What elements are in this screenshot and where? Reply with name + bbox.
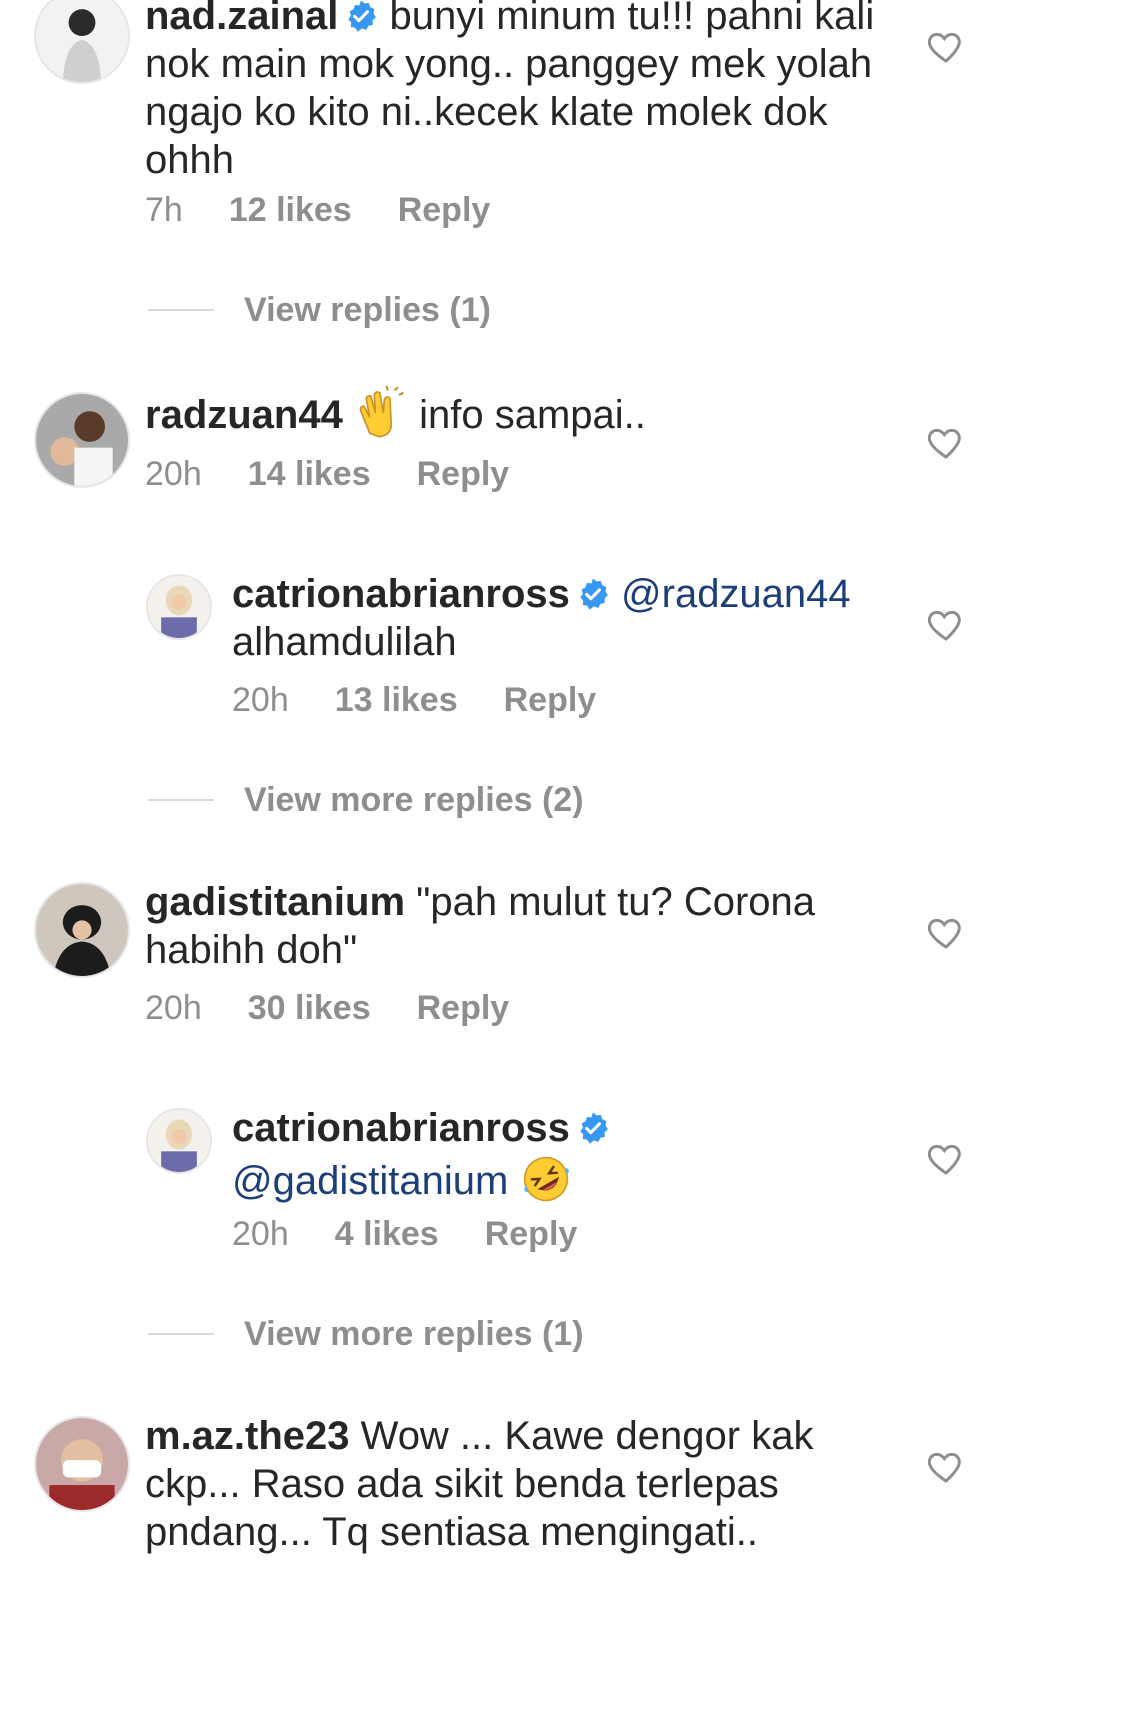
comment-time: 20h <box>145 455 202 493</box>
like-heart-icon[interactable] <box>926 1138 966 1178</box>
view-more-replies-button[interactable]: View more replies (1) <box>148 1312 608 1356</box>
avatar-m-az-the23[interactable] <box>34 1416 130 1512</box>
mention-link[interactable]: @radzuan44 <box>621 572 851 616</box>
like-heart-icon[interactable] <box>926 912 966 952</box>
avatar-catrionabrianross[interactable] <box>146 1108 212 1174</box>
like-heart-icon[interactable] <box>926 604 966 644</box>
comment-meta: 20h 30 likes Reply <box>145 986 509 1030</box>
avatar-radzuan44[interactable] <box>34 392 130 488</box>
reply-likes[interactable]: 13 likes <box>335 678 458 722</box>
comment-username[interactable]: nad.zainal <box>145 0 338 38</box>
reply-button[interactable]: Reply <box>485 1212 578 1256</box>
comment-likes[interactable]: 14 likes <box>248 452 371 496</box>
comment-time: 20h <box>145 989 202 1027</box>
like-heart-icon[interactable] <box>926 1446 966 1486</box>
mention-link[interactable]: @gadistitanium <box>232 1159 508 1203</box>
reply-body: catrionabrianross @radzuan44 alhamdulila… <box>232 570 892 666</box>
comment-username[interactable]: radzuan44 <box>145 393 343 437</box>
rolling-on-floor-laughing-icon <box>519 1152 573 1206</box>
reply-button[interactable]: Reply <box>417 986 510 1030</box>
comment-likes[interactable]: 12 likes <box>229 188 352 232</box>
like-heart-icon[interactable] <box>926 26 966 66</box>
reply-text: alhamdulilah <box>232 620 457 664</box>
comment-body: radzuan44 info sampai.. <box>145 385 885 440</box>
reply-time: 20h <box>232 1215 289 1253</box>
avatar-gadistitanium[interactable] <box>34 882 130 978</box>
comment-likes[interactable]: 30 likes <box>248 986 371 1030</box>
reply-button[interactable]: Reply <box>398 188 491 232</box>
reply-button[interactable]: Reply <box>504 678 597 722</box>
comment-body: gadistitanium "pah mulut tu? Corona habi… <box>145 878 885 974</box>
reply-likes[interactable]: 4 likes <box>335 1212 439 1256</box>
comment-meta: 7h 12 likes Reply <box>145 188 490 232</box>
comment-meta: 20h 14 likes Reply <box>145 452 509 496</box>
reply-username[interactable]: catrionabrianross <box>232 572 570 616</box>
comment-body: m.az.the23 Wow ... Kawe dengor kak ckp..… <box>145 1412 885 1556</box>
verified-badge-icon <box>344 0 378 32</box>
comment-body: nad.zainal bunyi minum tu!!! pahni kali … <box>145 0 885 184</box>
avatar-catrionabrianross[interactable] <box>146 574 212 640</box>
reply-meta: 20h 13 likes Reply <box>232 678 596 722</box>
view-more-replies-button[interactable]: View more replies (2) <box>148 778 608 822</box>
comment-username[interactable]: m.az.the23 <box>145 1414 350 1458</box>
verified-badge-icon <box>576 574 610 610</box>
reply-username[interactable]: catrionabrianross <box>232 1106 570 1150</box>
verified-badge-icon <box>576 1108 610 1144</box>
clapping-hands-icon <box>354 385 408 440</box>
reply-time: 20h <box>232 681 289 719</box>
comment-username[interactable]: gadistitanium <box>145 880 405 924</box>
divider-line <box>148 1333 214 1335</box>
reply-button[interactable]: Reply <box>417 452 510 496</box>
comment-text: info sampai.. <box>419 393 646 437</box>
reply-meta: 20h 4 likes Reply <box>232 1212 577 1256</box>
divider-line <box>148 309 214 311</box>
like-heart-icon[interactable] <box>926 422 966 462</box>
divider-line <box>148 799 214 801</box>
view-replies-button[interactable]: View replies (1) <box>148 288 548 332</box>
avatar-nad-zainal[interactable] <box>34 0 130 84</box>
comment-time: 7h <box>145 191 183 229</box>
reply-body: catrionabrianross @gadistitanium <box>232 1104 892 1206</box>
